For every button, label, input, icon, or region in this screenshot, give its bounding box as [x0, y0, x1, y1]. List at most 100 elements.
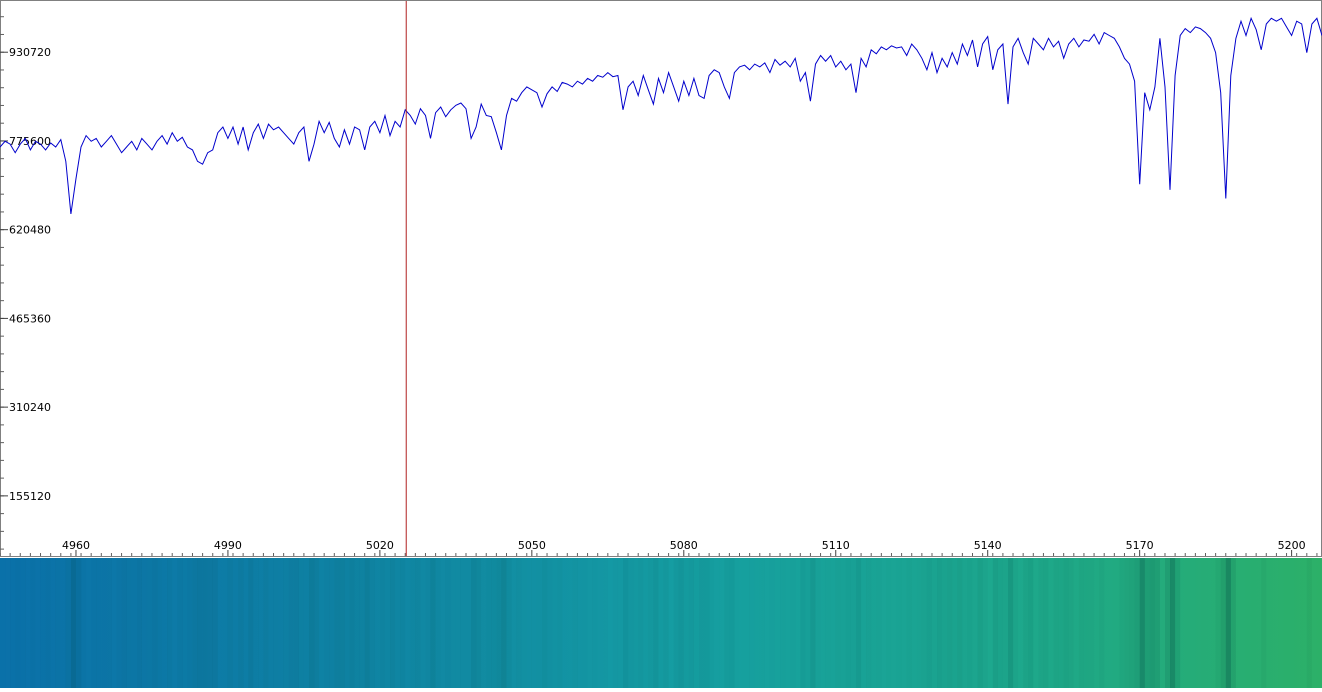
absorption-band [805, 558, 811, 688]
absorption-band [820, 558, 826, 688]
absorption-band [1170, 558, 1176, 688]
absorption-band [273, 558, 279, 688]
absorption-band [567, 558, 573, 688]
absorption-band [683, 558, 689, 688]
absorption-band [15, 558, 21, 688]
spectrum-plot[interactable]: 155120 310240 465360 620480 775600 930720 496… [0, 0, 1322, 557]
absorption-band [547, 558, 553, 688]
absorption-band [471, 558, 477, 688]
y-tick-label: 465360 [9, 312, 51, 325]
absorption-band [20, 558, 26, 688]
absorption-band [359, 558, 365, 688]
absorption-band [521, 558, 527, 688]
absorption-band [126, 558, 132, 688]
absorption-band [435, 558, 441, 688]
absorption-band [1069, 558, 1074, 688]
y-tick-label: 155120 [9, 490, 51, 503]
absorption-band [182, 558, 188, 688]
absorption-band [152, 558, 158, 688]
absorption-band [775, 558, 781, 688]
absorption-band [197, 558, 203, 688]
absorption-band [298, 558, 304, 688]
absorption-band [871, 558, 877, 688]
x-tick-label: 5080 [670, 539, 698, 552]
absorption-band [967, 558, 973, 688]
absorption-band [886, 558, 892, 688]
absorption-band [633, 558, 639, 688]
absorption-band [724, 558, 730, 688]
absorption-band [977, 558, 983, 688]
absorption-band [253, 558, 259, 688]
plot-border [0, 0, 1322, 557]
absorption-band [815, 558, 821, 688]
absorption-band [491, 558, 497, 688]
absorption-band [131, 558, 137, 688]
absorption-band [400, 558, 406, 688]
absorption-band [1139, 558, 1145, 688]
absorption-band [450, 558, 456, 688]
absorption-band [912, 558, 917, 688]
absorption-band [937, 558, 943, 688]
absorption-band [177, 558, 183, 688]
absorption-band [288, 558, 294, 688]
absorption-band [623, 558, 629, 688]
absorption-band [1261, 558, 1267, 688]
absorption-band [1059, 558, 1064, 688]
absorption-band [76, 558, 82, 688]
absorption-band [476, 558, 482, 688]
absorption-band [30, 558, 36, 688]
x-tick-label: 5110 [822, 539, 850, 552]
absorption-band [840, 558, 846, 688]
absorption-band [45, 558, 51, 688]
absorption-band [405, 558, 411, 688]
absorption-band [902, 558, 907, 688]
x-tick-label: 5140 [974, 539, 1002, 552]
absorption-band [1225, 558, 1231, 688]
absorption-band [106, 558, 112, 688]
absorption-band [709, 558, 715, 688]
absorption-band [283, 558, 289, 688]
absorption-band [592, 558, 598, 688]
absorption-band [1215, 558, 1221, 688]
absorption-band [557, 558, 563, 688]
absorption-band [121, 558, 127, 688]
absorption-band [673, 558, 679, 688]
absorption-band [506, 558, 512, 688]
absorption-band [952, 558, 958, 688]
absorption-band [1129, 558, 1135, 688]
absorption-band [638, 558, 644, 688]
absorption-band [921, 558, 927, 688]
absorption-band [324, 558, 330, 688]
absorption-band [845, 558, 851, 688]
absorption-band [1134, 558, 1140, 688]
absorption-band [40, 558, 46, 688]
y-tick-label: 310240 [9, 401, 51, 414]
absorption-band [50, 558, 56, 688]
absorption-band [678, 558, 684, 688]
absorption-band [754, 558, 760, 688]
absorption-band [354, 558, 360, 688]
absorption-band [395, 558, 401, 688]
y-tick-label: 930720 [9, 46, 51, 59]
absorption-band [1230, 558, 1236, 688]
absorption-band [141, 558, 147, 688]
x-tick-label: 4960 [62, 539, 90, 552]
absorption-band [227, 558, 233, 688]
absorption-band [481, 558, 487, 688]
absorption-band [536, 558, 542, 688]
absorption-band [334, 558, 340, 688]
absorption-band [415, 558, 421, 688]
absorption-band [1003, 558, 1008, 688]
absorption-band [460, 558, 466, 688]
absorption-band [759, 558, 765, 688]
absorption-band [157, 558, 163, 688]
absorption-band [25, 558, 31, 688]
absorption-band [217, 558, 223, 688]
absorption-band [526, 558, 532, 688]
absorption-band [222, 558, 228, 688]
absorption-band [983, 558, 988, 688]
absorption-band [319, 558, 325, 688]
absorption-band [997, 558, 1003, 688]
absorption-band [1038, 558, 1043, 688]
absorption-band [881, 558, 886, 688]
